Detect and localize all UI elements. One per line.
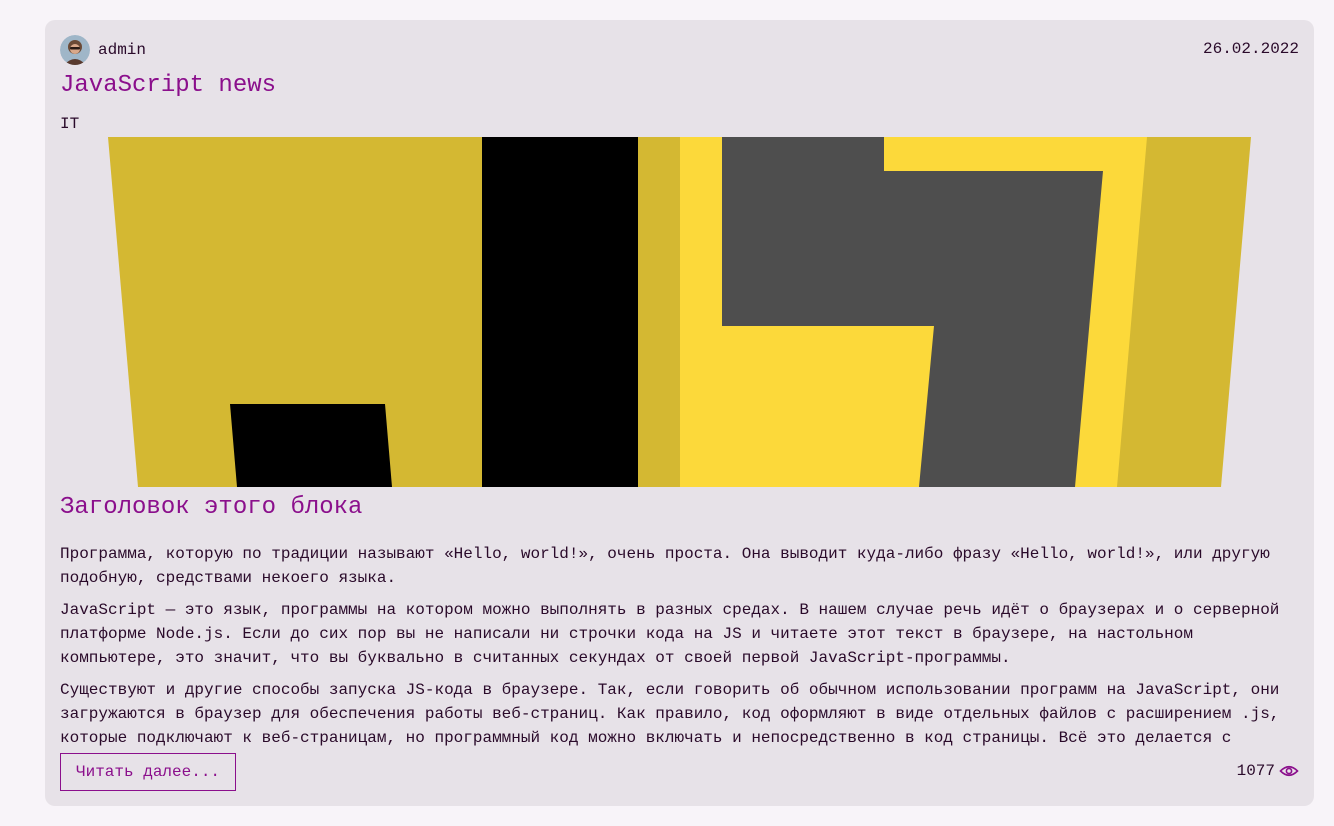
views-counter: 1077 xyxy=(1237,762,1299,780)
views-count: 1077 xyxy=(1236,762,1275,780)
post-category[interactable]: IT xyxy=(60,115,79,133)
post-paragraph: Программа, которую по традиции называют … xyxy=(60,545,1270,587)
post-body: Программа, которую по традиции называют … xyxy=(60,542,1292,750)
post-card: admin 26.02.2022 JavaScript news IT Заго… xyxy=(45,20,1314,806)
post-image xyxy=(45,137,1314,487)
eye-icon xyxy=(1279,765,1299,777)
author-info: admin xyxy=(60,34,146,66)
read-more-button[interactable]: Читать далее... xyxy=(60,753,237,791)
post-title[interactable]: JavaScript news xyxy=(60,72,276,99)
post-paragraph: JavaScript — это язык, программы на кото… xyxy=(60,601,1280,667)
section-title: Заголовок этого блока xyxy=(60,494,363,521)
author-name[interactable]: admin xyxy=(98,41,146,59)
post-paragraph: Существуют и другие способы запуска JS-к… xyxy=(60,681,1280,747)
avatar[interactable] xyxy=(60,35,90,65)
post-date: 26.02.2022 xyxy=(1202,40,1299,58)
